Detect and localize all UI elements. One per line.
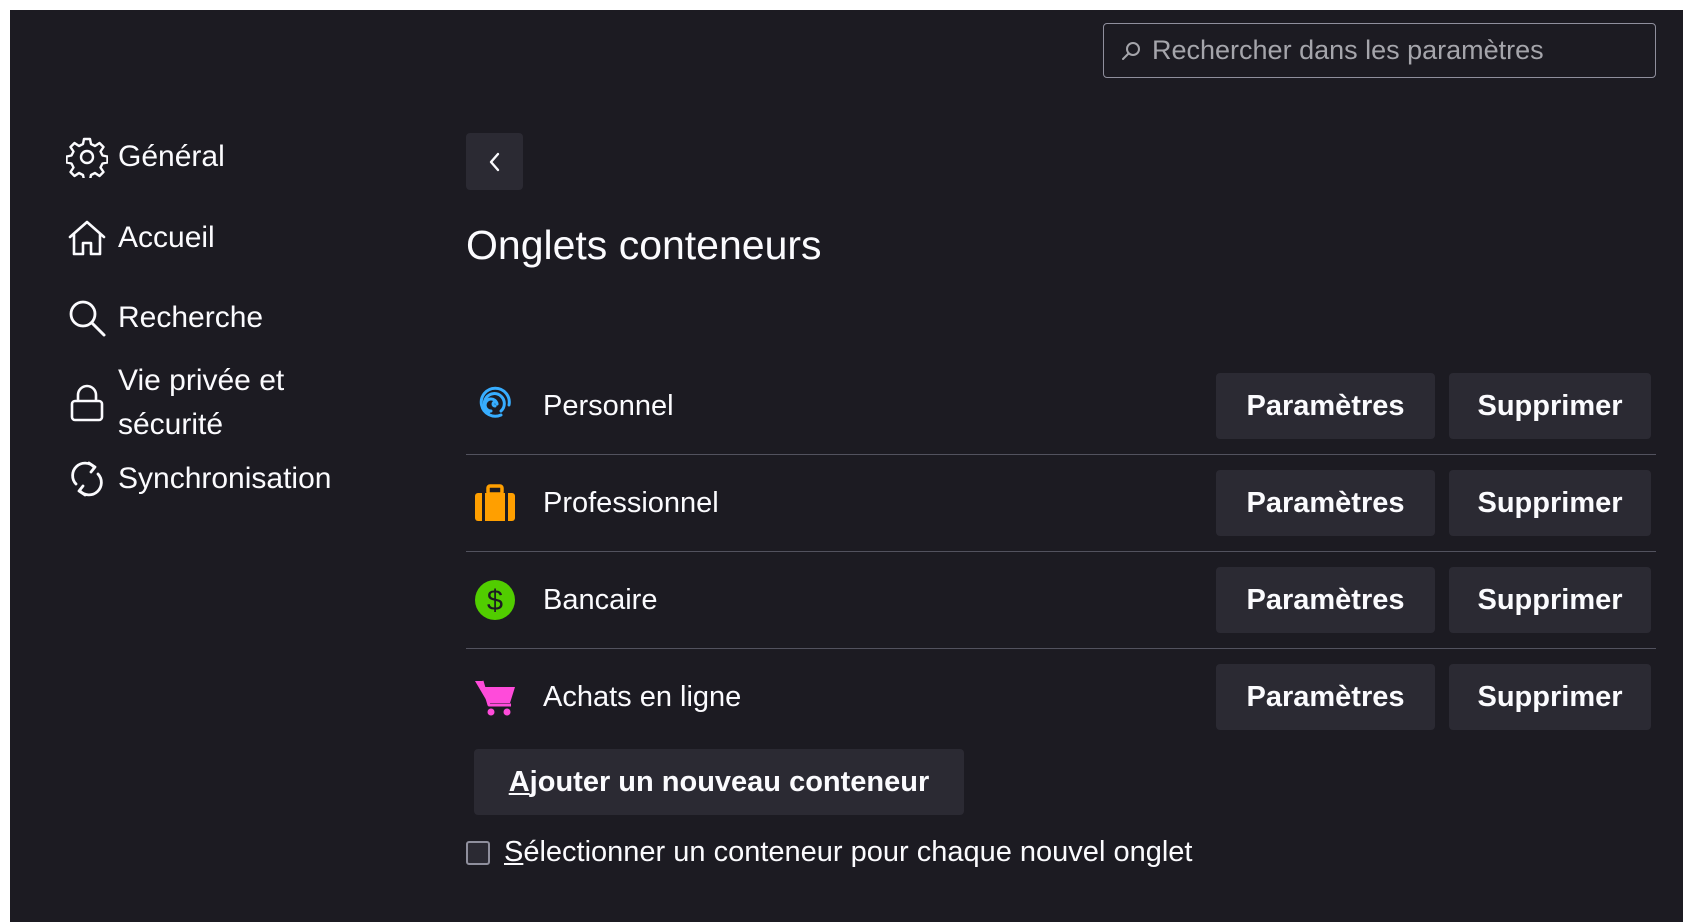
container-list: Personnel Paramètres Supprimer Professio…: [466, 358, 1656, 745]
sidebar-item-label: Accueil: [118, 221, 215, 254]
fingerprint-icon: [473, 384, 517, 428]
delete-button[interactable]: Supprimer: [1449, 567, 1651, 633]
sidebar-item-label: Général: [118, 140, 225, 173]
select-container-checkbox[interactable]: [466, 840, 490, 865]
sidebar-item-sync[interactable]: Synchronisation: [65, 457, 395, 501]
sidebar-item-label-line1: Vie privée et: [118, 364, 285, 397]
settings-button[interactable]: Paramètres: [1216, 567, 1435, 633]
delete-button[interactable]: Supprimer: [1449, 664, 1651, 730]
search-icon: [65, 296, 109, 340]
search-box[interactable]: [1103, 23, 1656, 78]
briefcase-icon: [473, 481, 517, 525]
select-container-checkbox-row[interactable]: Sélectionner un conteneur pour chaque no…: [466, 836, 1192, 869]
checkbox-label-text: électionner un conteneur pour chaque nou…: [523, 836, 1193, 868]
checkbox-label: Sélectionner un conteneur pour chaque no…: [504, 836, 1192, 869]
settings-button[interactable]: Paramètres: [1216, 470, 1435, 536]
home-icon: [65, 216, 109, 260]
sidebar-item-home[interactable]: Accueil: [65, 216, 395, 260]
container-row-personnel: Personnel Paramètres Supprimer: [466, 358, 1656, 455]
settings-button[interactable]: Paramètres: [1216, 373, 1435, 439]
container-row-professionnel: Professionnel Paramètres Supprimer: [466, 455, 1656, 552]
sidebar-item-general[interactable]: Général: [65, 135, 395, 179]
container-name: Achats en ligne: [543, 680, 742, 713]
container-name: Professionnel: [543, 486, 719, 519]
delete-button[interactable]: Supprimer: [1449, 373, 1651, 439]
add-container-label: jouter un nouveau conteneur: [529, 765, 930, 798]
preferences-window: Général Accueil Recherche: [10, 10, 1683, 922]
sidebar-item-label-line2: sécurité: [118, 408, 224, 441]
sidebar-item-search[interactable]: Recherche: [65, 296, 395, 340]
delete-button[interactable]: Supprimer: [1449, 470, 1651, 536]
add-container-button[interactable]: Ajouter un nouveau conteneur: [474, 749, 964, 815]
lock-icon: [65, 381, 109, 425]
svg-text:$: $: [487, 585, 503, 617]
accesskey: S: [504, 836, 524, 868]
sidebar-item-label: Recherche: [118, 301, 264, 334]
back-button[interactable]: [466, 133, 523, 190]
sidebar-item-label: Vie privée et sécurité: [118, 359, 284, 447]
gear-icon: [65, 135, 109, 179]
sync-icon: [65, 457, 109, 501]
search-icon: [1122, 41, 1140, 60]
chevron-left-icon: [489, 152, 499, 171]
accesskey: A: [508, 765, 530, 798]
container-row-bancaire: $ Bancaire Paramètres Supprimer: [466, 552, 1656, 649]
page-title: Onglets conteneurs: [466, 222, 822, 268]
container-name: Personnel: [543, 389, 674, 422]
dollar-icon: $: [473, 578, 517, 622]
container-row-achats: Achats en ligne Paramètres Supprimer: [466, 649, 1656, 745]
cart-icon: [473, 675, 517, 719]
container-name: Bancaire: [543, 583, 658, 616]
search-input[interactable]: [1150, 34, 1634, 67]
sidebar-item-label: Synchronisation: [118, 462, 332, 495]
settings-button[interactable]: Paramètres: [1216, 664, 1435, 730]
sidebar-item-privacy[interactable]: Vie privée et sécurité: [65, 359, 395, 447]
